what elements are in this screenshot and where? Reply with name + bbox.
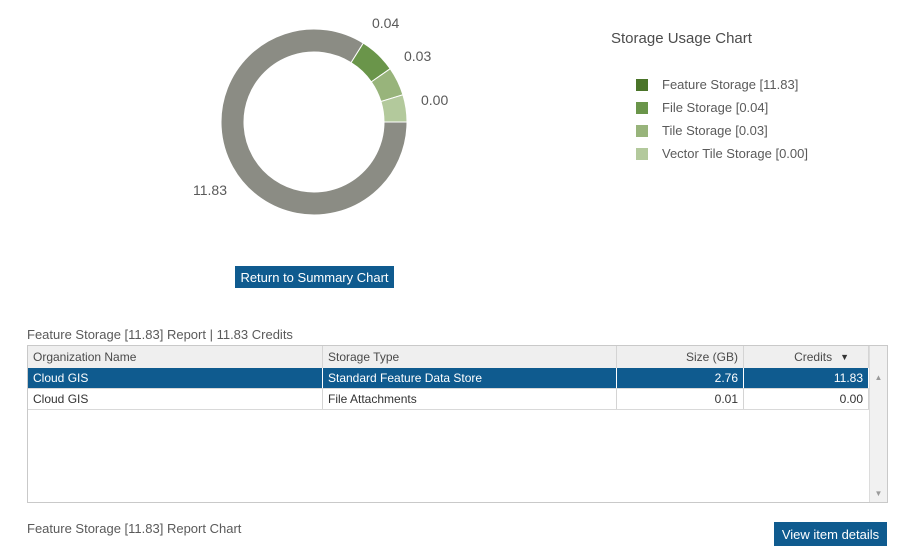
slice-value-label: 0.04 xyxy=(372,15,399,31)
return-to-summary-button[interactable]: Return to Summary Chart xyxy=(235,266,394,288)
chart-legend: Feature Storage [11.83] File Storage [0.… xyxy=(636,73,808,165)
slice-value-label: 0.03 xyxy=(404,48,431,64)
legend-label: Tile Storage [0.03] xyxy=(662,123,768,138)
cell-storage-type: Standard Feature Data Store xyxy=(323,368,617,388)
table-row[interactable]: Cloud GIS File Attachments 0.01 0.00 xyxy=(28,389,869,410)
view-item-details-button[interactable]: View item details xyxy=(774,522,887,546)
legend-swatch xyxy=(636,147,648,160)
legend-item-file-storage[interactable]: File Storage [0.04] xyxy=(636,96,808,119)
legend-label: File Storage [0.04] xyxy=(662,100,769,115)
column-header-credits[interactable]: Credits ▼ xyxy=(744,346,869,368)
cell-size: 2.76 xyxy=(617,368,744,388)
cell-storage-type: File Attachments xyxy=(323,389,617,409)
cell-credits: 0.00 xyxy=(744,389,869,409)
legend-label: Feature Storage [11.83] xyxy=(662,77,799,92)
legend-item-vector-tile-storage[interactable]: Vector Tile Storage [0.00] xyxy=(636,142,808,165)
scroll-up-arrow-icon[interactable]: ▲ xyxy=(870,373,887,382)
legend-swatch xyxy=(636,101,648,114)
legend-swatch xyxy=(636,78,648,91)
slice-value-label: 11.83 xyxy=(193,182,227,198)
table-body: Cloud GIS Standard Feature Data Store 2.… xyxy=(28,368,869,410)
report-chart-title: Feature Storage [11.83] Report Chart xyxy=(27,521,242,536)
column-header-size[interactable]: Size (GB) xyxy=(617,346,744,368)
cell-credits: 11.83 xyxy=(744,368,869,388)
sort-descending-icon: ▼ xyxy=(840,352,849,362)
cell-size: 0.01 xyxy=(617,389,744,409)
chart-title: Storage Usage Chart xyxy=(611,30,752,47)
scroll-down-arrow-icon[interactable]: ▼ xyxy=(870,489,887,498)
column-header-storage-type[interactable]: Storage Type xyxy=(323,346,617,368)
column-header-organization[interactable]: Organization Name xyxy=(28,346,323,368)
cell-organization: Cloud GIS xyxy=(28,389,323,409)
table-row[interactable]: Cloud GIS Standard Feature Data Store 2.… xyxy=(28,368,869,389)
legend-swatch xyxy=(636,124,648,137)
legend-item-tile-storage[interactable]: Tile Storage [0.03] xyxy=(636,119,808,142)
credits-header-label: Credits xyxy=(794,350,833,364)
table-header: Organization Name Storage Type Size (GB)… xyxy=(28,346,869,369)
report-table: Organization Name Storage Type Size (GB)… xyxy=(27,345,888,503)
legend-item-feature-storage[interactable]: Feature Storage [11.83] xyxy=(636,73,808,96)
table-scrollbar[interactable]: ▲ ▼ xyxy=(869,346,887,502)
report-title: Feature Storage [11.83] Report | 11.83 C… xyxy=(27,327,293,342)
storage-donut-chart: 11.83 0.04 0.03 0.00 xyxy=(193,15,448,216)
slice-value-label: 0.00 xyxy=(421,92,448,108)
legend-label: Vector Tile Storage [0.00] xyxy=(662,146,808,161)
cell-organization: Cloud GIS xyxy=(28,368,323,388)
